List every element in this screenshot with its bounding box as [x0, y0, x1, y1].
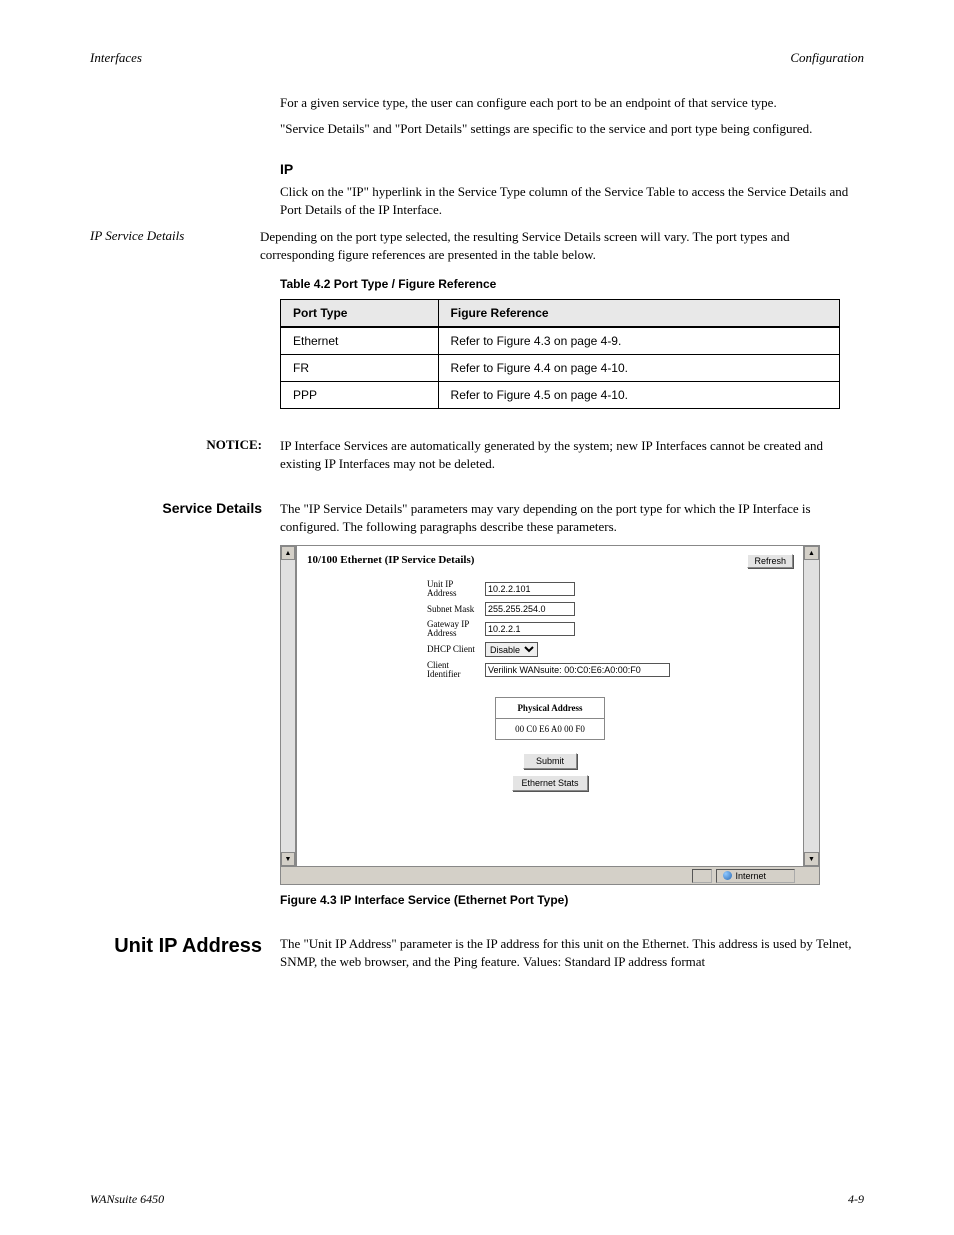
status-bar: Internet: [281, 866, 819, 884]
service-details-label: Service Details: [90, 500, 262, 516]
ip-heading: IP: [280, 161, 864, 177]
ip-text: Click on the "IP" hyperlink in the Servi…: [280, 183, 864, 218]
intro-block: For a given service type, the user can c…: [280, 94, 864, 137]
unit-ip-input[interactable]: [485, 582, 575, 596]
scrollbar-right[interactable]: [803, 546, 819, 866]
header-right: Configuration: [790, 50, 864, 66]
globe-icon: [723, 871, 732, 880]
client-id-label: Client Identifier: [427, 661, 477, 679]
ethernet-stats-button[interactable]: Ethernet Stats: [512, 775, 587, 791]
screenshot-window: 10/100 Ethernet (IP Service Details) Ref…: [280, 545, 820, 885]
screenshot-title: 10/100 Ethernet (IP Service Details): [307, 554, 474, 566]
th-port-type: Port Type: [281, 300, 439, 328]
ip-service-details-text: Depending on the port type selected, the…: [260, 228, 864, 263]
physical-address-box: Physical Address 00 C0 E6 A0 00 F0: [495, 697, 605, 740]
intro-p1: For a given service type, the user can c…: [280, 94, 864, 112]
subnet-input[interactable]: [485, 602, 575, 616]
service-details-text: The "IP Service Details" parameters may …: [280, 500, 864, 535]
status-zone: Internet: [735, 870, 766, 882]
submit-button[interactable]: Submit: [523, 753, 577, 769]
footer-left: WANsuite 6450: [90, 1192, 164, 1207]
gateway-label: Gateway IP Address: [427, 620, 477, 638]
gateway-input[interactable]: [485, 622, 575, 636]
notice-label: NOTICE:: [90, 437, 262, 453]
table-row: Ethernet Refer to Figure 4.3 on page 4-9…: [281, 327, 840, 355]
subnet-label: Subnet Mask: [427, 605, 477, 614]
unit-ip-text: The "Unit IP Address" parameter is the I…: [280, 935, 864, 970]
dhcp-label: DHCP Client: [427, 645, 477, 654]
table-row: FR Refer to Figure 4.4 on page 4-10.: [281, 355, 840, 382]
port-type-table: Port Type Figure Reference Ethernet Refe…: [280, 299, 840, 409]
intro-p2: "Service Details" and "Port Details" set…: [280, 120, 864, 138]
unit-ip-label: Unit IP Address: [427, 580, 477, 598]
client-id-input[interactable]: [485, 663, 670, 677]
header-left: Interfaces: [90, 50, 142, 66]
th-fig-ref: Figure Reference: [438, 300, 839, 328]
ip-service-details-label: IP Service Details: [90, 228, 260, 271]
footer-right: 4-9: [848, 1192, 864, 1207]
physical-address-value: 00 C0 E6 A0 00 F0: [496, 719, 604, 739]
figure-caption: Figure 4.3 IP Interface Service (Etherne…: [280, 893, 864, 907]
notice-text: IP Interface Services are automatically …: [280, 437, 864, 472]
table-caption: Table 4.2 Port Type / Figure Reference: [280, 277, 864, 291]
physical-address-header: Physical Address: [496, 698, 604, 719]
refresh-button[interactable]: Refresh: [747, 554, 793, 568]
scrollbar-left[interactable]: [281, 546, 297, 866]
unit-ip-heading: Unit IP Address: [90, 935, 262, 958]
dhcp-select[interactable]: Disable: [485, 642, 538, 657]
table-row: PPP Refer to Figure 4.5 on page 4-10.: [281, 382, 840, 409]
